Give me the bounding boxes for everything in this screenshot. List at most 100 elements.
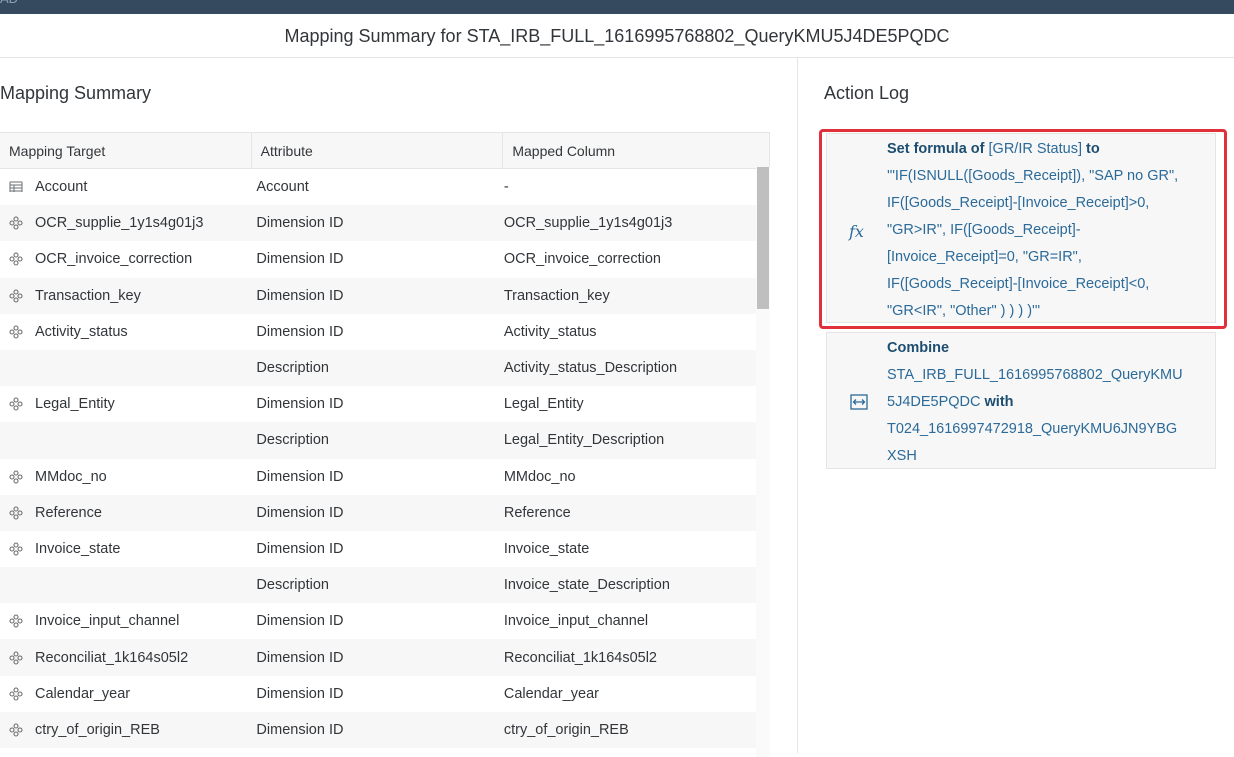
mapping-summary-title: Mapping Summary (0, 83, 152, 103)
table-scrollbar[interactable] (756, 167, 770, 757)
dimension-icon (9, 723, 23, 737)
cell-mapping-target: Reference (0, 505, 247, 521)
dimension-icon (9, 289, 23, 303)
table-row[interactable]: OCR_invoice_correction Dimension ID OCR_in… (0, 241, 756, 277)
mapping-target-label: ctry_of_origin_REB (35, 721, 160, 738)
cell-mapping-target: Calendar_year (0, 686, 247, 702)
cell-mapped-column: Invoice_input_channel (503, 613, 649, 630)
table-row[interactable]: Legal_Entity Dimension ID Legal_Entity (0, 386, 756, 422)
mapping-target-label: Activity_status (35, 323, 128, 340)
table-row[interactable]: Transaction_key Dimension ID Transaction_k… (0, 277, 756, 314)
shell-header-text: AD (0, 0, 18, 6)
cell-attribute: Dimension ID (256, 540, 344, 557)
table-row[interactable]: Account Account - (0, 169, 756, 205)
cell-mapped-column: OCR_supplie_1y1s4g01j3 (503, 215, 673, 232)
cell-attribute: Dimension ID (256, 649, 344, 666)
dimension-icon (9, 397, 23, 411)
cell-mapped-column: MMdoc_no (503, 468, 576, 485)
table-row[interactable]: Reconciliat_1k164s05l2 Dimension ID Reconc… (0, 639, 756, 676)
cell-mapped-column: Invoice_state (503, 540, 590, 557)
cell-mapping-target: Transaction_key (0, 288, 247, 304)
cell-attribute: Description (256, 360, 329, 377)
cell-mapping-target: ctry_of_origin_REB (0, 722, 247, 738)
cell-mapped-column: Legal_Entity_Description (503, 432, 665, 449)
cell-mapped-column: Transaction_key (503, 287, 610, 304)
dimension-icon (9, 614, 23, 628)
dimension-icon (9, 542, 23, 556)
cell-mapped-column: Reference (503, 504, 571, 521)
cell-mapping-target: Activity_status (0, 324, 247, 340)
scrollbar-thumb[interactable] (757, 167, 769, 309)
cell-attribute: Description (256, 577, 329, 594)
table-row[interactable]: OCR_supplie_1y1s4g01j3 Dimension ID OCR_su… (0, 205, 756, 242)
table-row[interactable]: Invoice_input_channel Dimension ID Invoice… (0, 603, 756, 639)
cell-attribute: Dimension ID (256, 396, 344, 413)
combine-target: T024_1616997472918_QueryKMU6JN9YBG (887, 421, 1178, 437)
cell-mapping-target: Invoice_input_channel (0, 613, 247, 629)
table-row[interactable]: Reference Dimension ID Reference (0, 494, 756, 531)
cell-mapping-target: MMdoc_no (0, 469, 247, 485)
action-log-entry-combine[interactable]: Combine STA_IRB_FULL_1616995768802_Query… (826, 332, 1216, 469)
shell-header: AD (0, 0, 1234, 14)
dimension-icon (9, 687, 23, 701)
cell-attribute: Dimension ID (256, 251, 344, 268)
combine-icon (850, 394, 868, 410)
dimension-icon (9, 506, 23, 520)
mapping-target-label: Invoice_state (35, 540, 121, 557)
cell-attribute: Account (256, 179, 309, 196)
cell-attribute: Dimension ID (256, 215, 344, 232)
cell-mapping-target: Account (0, 179, 247, 195)
combine-target: XSH (887, 448, 917, 464)
dimension-icon (9, 650, 23, 665)
table-row[interactable]: Activity_status Dimension ID Activity_stat… (0, 314, 756, 350)
mapping-target-label: Reconciliat_1k164s05l2 (35, 649, 189, 666)
cell-mapped-column: ctry_of_origin_REB (503, 721, 629, 738)
cell-attribute: Dimension ID (256, 504, 344, 521)
table-header: Mapping Target Attribute Mapped Column (0, 132, 770, 169)
column-header-attribute[interactable]: Attribute (252, 133, 504, 168)
table-row[interactable]: Description Activity_status_Description (0, 349, 756, 387)
connector-label: with (984, 394, 1014, 410)
cell-attribute: Dimension ID (256, 721, 344, 738)
table-row[interactable]: Invoice_state Dimension ID Invoice_state (0, 531, 756, 567)
cell-attribute: Dimension ID (256, 468, 344, 485)
dimension-icon (9, 470, 23, 484)
column-header-mapped-column[interactable]: Mapped Column (503, 133, 769, 168)
mapping-target-label: Transaction_key (35, 287, 141, 304)
mapping-target-label: Account (35, 179, 88, 196)
action-log-panel: Action Log fx Set formula of [GR/IR Stat… (797, 58, 1234, 753)
combine-source: 5J4DE5PQDC (887, 394, 981, 410)
cell-mapped-column: Reconciliat_1k164s05l2 (503, 649, 657, 666)
cell-attribute: Dimension ID (256, 685, 344, 702)
combine-source: STA_IRB_FULL_1616995768802_QueryKMU (887, 367, 1183, 383)
mapping-target-label: MMdoc_no (35, 468, 107, 485)
cell-attribute: Dimension ID (256, 613, 344, 630)
table-row[interactable]: MMdoc_no Dimension ID MMdoc_no (0, 459, 756, 495)
column-header-mapping-target[interactable]: Mapping Target (0, 133, 252, 168)
dialog-title: Mapping Summary for STA_IRB_FULL_1616995… (0, 14, 1234, 58)
table-row[interactable]: ctry_of_origin_REB Dimension ID ctry_of_or… (0, 711, 756, 748)
mapping-table: Mapping Target Attribute Mapped Column A… (0, 132, 770, 757)
cell-mapped-column: Calendar_year (503, 685, 599, 702)
cell-mapped-column: Legal_Entity (503, 396, 584, 413)
action-log-title: Action Log (824, 83, 910, 103)
cell-mapping-target: Legal_Entity (0, 396, 247, 412)
cell-mapping-target: OCR_supplie_1y1s4g01j3 (0, 215, 247, 231)
mapping-target-label: Legal_Entity (35, 396, 115, 413)
mapping-target-label: Reference (35, 504, 102, 521)
cell-attribute: Dimension ID (256, 287, 344, 304)
table-row[interactable]: Description Invoice_state_Description (0, 567, 756, 604)
cell-mapped-column: OCR_invoice_correction (503, 251, 661, 268)
dimension-icon (9, 216, 23, 230)
table-row[interactable]: Calendar_year Dimension ID Calendar_year (0, 676, 756, 712)
account-icon (9, 181, 23, 193)
action-log-entry-text: Combine STA_IRB_FULL_1616995768802_Query… (887, 335, 1207, 470)
cell-mapped-column: Activity_status_Description (503, 360, 678, 377)
table-row[interactable]: Description Legal_Entity_Description (0, 422, 756, 459)
highlight-box (819, 129, 1227, 329)
mapping-target-label: Invoice_input_channel (35, 613, 180, 630)
mapping-target-label: Calendar_year (35, 685, 131, 702)
cell-mapping-target: Invoice_state (0, 541, 247, 557)
table-body: Account Account - OCR_supplie_1y1s4g01j3 Dim… (0, 169, 756, 748)
mapping-target-label: OCR_invoice_correction (35, 251, 193, 268)
